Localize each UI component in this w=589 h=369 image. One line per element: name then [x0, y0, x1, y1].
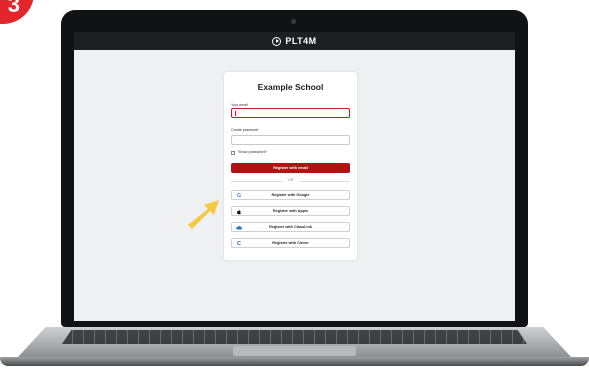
pointer-arrow-icon: [188, 200, 219, 229]
step-badge: 3: [0, 0, 34, 24]
laptop-lid: PLT4M Example School Your email Create p…: [61, 10, 528, 327]
register-card: Example School Your email Create passwor…: [224, 72, 357, 260]
show-password-label: Show password?: [238, 150, 267, 154]
register-email-button[interactable]: Register with email: [231, 163, 350, 173]
register-google-button[interactable]: G Register with Google: [231, 190, 350, 200]
register-classlink-button[interactable]: Register with ClassLink: [231, 222, 350, 232]
show-password-checkbox[interactable]: [231, 151, 235, 155]
brand-logo: PLT4M: [285, 36, 317, 46]
register-apple-button[interactable]: Register with Apple: [231, 206, 350, 216]
register-clever-button[interactable]: C Register with Clever: [231, 238, 350, 248]
keyboard: [62, 330, 527, 344]
laptop-screen: PLT4M Example School Your email Create p…: [74, 32, 515, 321]
email-field[interactable]: [231, 108, 350, 118]
register-google-label: Register with Google: [271, 193, 310, 197]
step-number: 3: [7, 0, 20, 17]
text-cursor: [235, 111, 236, 116]
email-label: Your email: [231, 103, 248, 107]
register-clever-label: Register with Clever: [272, 241, 309, 245]
register-apple-label: Register with Apple: [272, 209, 309, 213]
password-field[interactable]: [231, 135, 350, 145]
password-label: Create password: [231, 128, 259, 132]
trackpad: [233, 346, 356, 356]
play-logo-icon: [272, 36, 282, 46]
top-bar: PLT4M: [74, 32, 515, 50]
camera-icon: [291, 19, 296, 24]
laptop-base: [0, 327, 589, 369]
laptop-bottom-edge: [0, 357, 589, 366]
school-title: Example School: [257, 82, 324, 92]
or-label: OR: [282, 178, 299, 182]
register-classlink-label: Register with ClassLink: [269, 225, 312, 229]
